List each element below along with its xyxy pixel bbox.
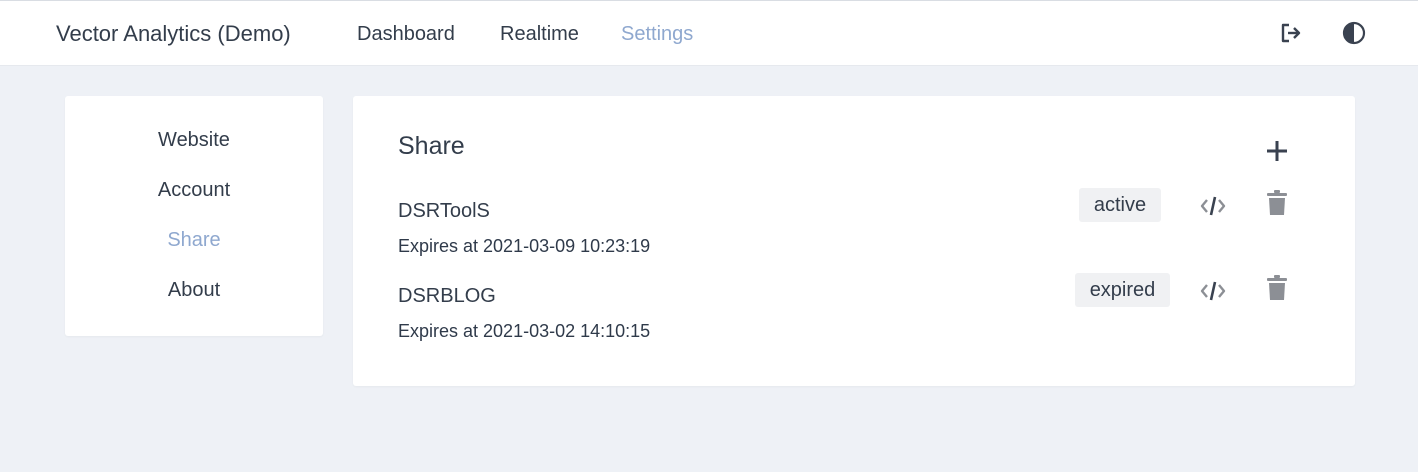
sidebar-item-account[interactable]: Account: [65, 179, 323, 202]
embed-code-icon[interactable]: [1199, 279, 1227, 303]
nav-realtime[interactable]: Realtime: [500, 23, 579, 46]
panel-title: Share: [398, 132, 465, 160]
top-navigation-bar: Vector Analytics (Demo) Dashboard Realti…: [0, 0, 1418, 66]
share-expiry: Expires at 2021-03-09 10:23:19: [398, 236, 651, 256]
share-row: DSRBLOG Expires at 2021-03-02 14:10:15 e…: [353, 273, 1355, 365]
share-name: DSRBLOG: [398, 285, 496, 307]
share-panel: Share DSRToolS Expires at 2021-03-09 10:…: [353, 96, 1355, 386]
trash-icon[interactable]: [1266, 190, 1288, 216]
trash-icon[interactable]: [1266, 275, 1288, 301]
nav-settings[interactable]: Settings: [621, 23, 693, 46]
embed-code-icon[interactable]: [1199, 194, 1227, 218]
status-badge: active: [1079, 188, 1161, 222]
sidebar-item-about[interactable]: About: [65, 279, 323, 302]
logout-icon[interactable]: [1279, 21, 1303, 45]
share-name: DSRToolS: [398, 200, 490, 222]
status-badge: expired: [1075, 273, 1170, 307]
sidebar-item-share[interactable]: Share: [65, 229, 323, 252]
sidebar-item-website[interactable]: Website: [65, 129, 323, 152]
app-brand[interactable]: Vector Analytics (Demo): [56, 21, 291, 47]
theme-toggle-icon[interactable]: [1342, 21, 1366, 45]
share-row: DSRToolS Expires at 2021-03-09 10:23:19 …: [353, 188, 1355, 280]
nav-dashboard[interactable]: Dashboard: [357, 23, 455, 46]
plus-icon[interactable]: [1265, 139, 1289, 163]
share-expiry: Expires at 2021-03-02 14:10:15: [398, 321, 651, 341]
settings-sidebar: Website Account Share About: [65, 96, 323, 336]
